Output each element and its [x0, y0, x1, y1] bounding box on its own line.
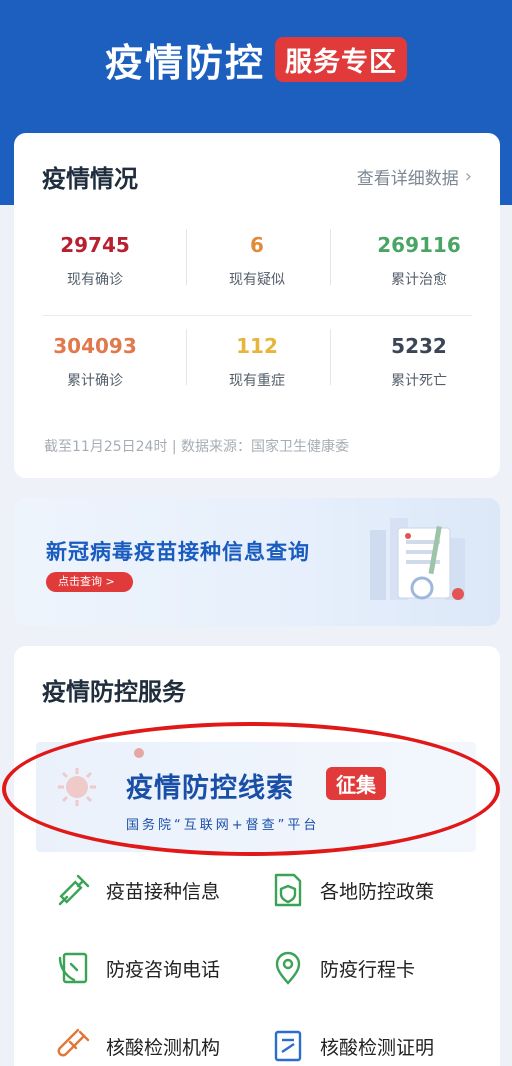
service-zone-badge: 服务专区 — [275, 37, 407, 82]
stat-label: 累计确诊 — [67, 373, 123, 389]
stat-value: 6 — [250, 233, 264, 257]
service-hotline[interactable]: 防疫咨询电话 — [56, 950, 220, 986]
clue-collection-banner[interactable]: 疫情防控线索 征集 国务院“互联网+督查”平台 — [36, 742, 476, 852]
service-test-certificate[interactable]: 核酸检测证明 — [270, 1028, 434, 1064]
vaccine-banner-title: 新冠病毒疫苗接种信息查询 — [46, 540, 310, 564]
clue-banner-subtitle: 国务院“互联网+督查”平台 — [126, 818, 320, 833]
stat-label: 现有重症 — [229, 373, 285, 389]
stat-total-cured: 269116 累计治愈 — [338, 233, 500, 289]
service-label: 防疫行程卡 — [320, 958, 416, 981]
service-vaccine-info[interactable]: 疫苗接种信息 — [56, 872, 220, 908]
stats-grid: 29745 现有确诊 6 现有疑似 269116 累计治愈 304093 累计确… — [14, 221, 500, 431]
divider — [186, 229, 187, 285]
vaccine-query-banner[interactable]: 新冠病毒疫苗接种信息查询 点击查询 > — [14, 498, 500, 626]
service-test-institutions[interactable]: 核酸检测机构 — [56, 1028, 220, 1064]
service-local-policies[interactable]: 各地防控政策 — [270, 872, 434, 908]
service-trip-card[interactable]: 防疫行程卡 — [270, 950, 415, 986]
services-title: 疫情防控服务 — [42, 678, 186, 706]
test-tube-icon — [57, 1028, 90, 1057]
document-illustration-icon — [370, 518, 465, 600]
stat-total-deaths: 5232 累计死亡 — [338, 334, 500, 390]
policy-shield-icon — [274, 873, 302, 907]
service-label: 疫苗接种信息 — [106, 880, 221, 903]
stat-label: 现有确诊 — [67, 272, 123, 288]
syringe-icon — [58, 874, 90, 906]
virus-icon — [58, 768, 96, 806]
divider — [330, 229, 331, 285]
page-header: 疫情防控 服务专区 — [0, 32, 512, 87]
data-source-note: 截至11月25日24时 | 数据来源：国家卫生健康委 — [44, 439, 350, 455]
stat-total-confirmed: 304093 累计确诊 — [14, 334, 176, 390]
divider — [186, 329, 187, 385]
page-title: 疫情防控 — [104, 41, 265, 85]
stat-current-severe: 112 现有重症 — [176, 334, 338, 390]
stat-value: 112 — [236, 334, 278, 358]
service-label: 防疫咨询电话 — [106, 958, 221, 981]
stats-title: 疫情情况 — [42, 165, 138, 193]
chevron-right-icon: › — [464, 166, 472, 187]
stat-current-suspected: 6 现有疑似 — [176, 233, 338, 289]
click-query-button[interactable]: 点击查询 > — [46, 572, 133, 592]
stat-value: 269116 — [377, 233, 461, 257]
certificate-icon — [274, 1030, 302, 1062]
stat-label: 累计死亡 — [391, 373, 447, 389]
collect-badge: 征集 — [326, 767, 386, 800]
divider — [42, 315, 472, 316]
stat-value: 5232 — [391, 334, 447, 358]
prevention-services-card: 疫情防控服务 疫情防控线索 征集 国务院“互联网+督查”平台 疫苗接种信息 各地… — [14, 646, 500, 1066]
stat-label: 累计治愈 — [391, 272, 447, 288]
service-label: 核酸检测机构 — [106, 1036, 221, 1059]
epidemic-stats-card: 疫情情况 查看详细数据 › 29745 现有确诊 6 现有疑似 269116 累… — [14, 133, 500, 478]
stat-value: 29745 — [60, 233, 130, 257]
service-label: 核酸检测证明 — [320, 1036, 435, 1059]
stat-label: 现有疑似 — [229, 272, 285, 288]
virus-icon — [134, 748, 144, 758]
stat-current-confirmed: 29745 现有确诊 — [14, 233, 176, 289]
service-label: 各地防控政策 — [320, 880, 435, 903]
stat-value: 304093 — [53, 334, 137, 358]
clue-banner-title: 疫情防控线索 — [126, 773, 294, 804]
location-pin-icon — [275, 951, 301, 985]
divider — [330, 329, 331, 385]
phone-icon — [58, 952, 88, 984]
view-details-link[interactable]: 查看详细数据 › — [357, 164, 472, 189]
view-details-label: 查看详细数据 — [356, 169, 459, 189]
